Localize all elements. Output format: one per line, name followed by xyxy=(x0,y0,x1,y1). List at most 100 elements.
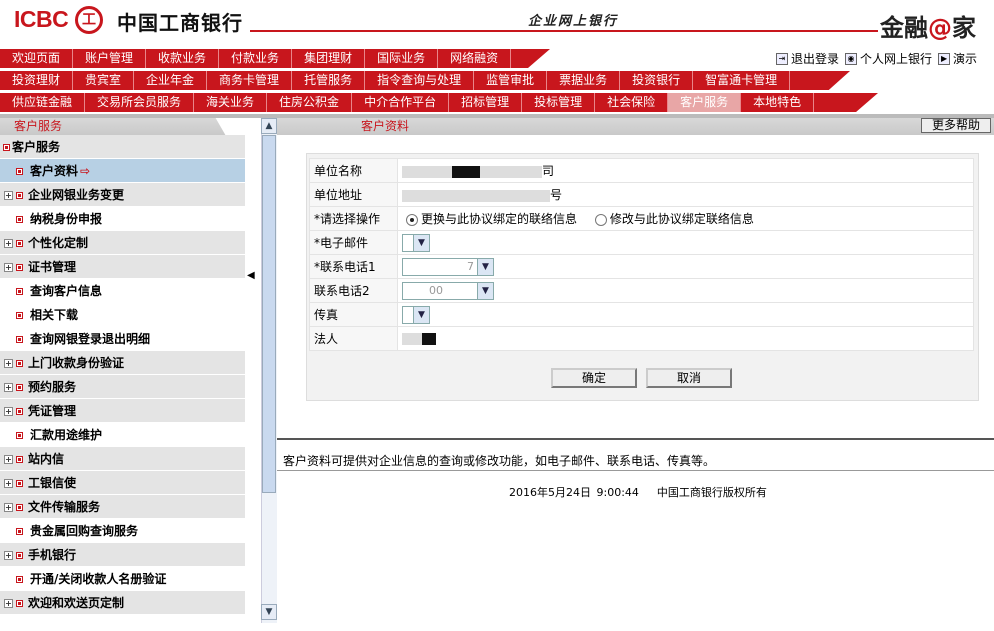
icbc-logo-icon: 工 xyxy=(75,6,103,34)
sidebar-item[interactable]: 纳税身份申报 xyxy=(0,207,245,231)
nav-item[interactable]: 招标管理 xyxy=(449,93,523,112)
logout-link[interactable]: ⇥ 退出登录 xyxy=(776,50,839,67)
nav-item[interactable]: 交易所会员服务 xyxy=(85,93,195,112)
sidebar-item[interactable]: + 上门收款身份验证 xyxy=(0,351,245,375)
fax-row: 传真 ▼ xyxy=(309,302,974,327)
sidebar-item[interactable]: + 预约服务 xyxy=(0,375,245,399)
phone2-select[interactable]: 00 ▼ xyxy=(402,281,494,300)
nav-item[interactable]: 托管服务 xyxy=(292,71,366,90)
email-cell: ▼ xyxy=(397,230,974,255)
expand-icon[interactable]: + xyxy=(4,551,13,560)
expand-icon[interactable]: + xyxy=(4,383,13,392)
confirm-button[interactable]: 确定 xyxy=(551,368,637,388)
sidebar-item[interactable]: + 手机银行 xyxy=(0,543,245,567)
bullet-icon xyxy=(16,216,23,223)
option-replace-label: 更换与此协议绑定的联络信息 xyxy=(421,212,578,226)
bullet-icon xyxy=(3,144,10,151)
sidebar-item[interactable]: 相关下载 xyxy=(0,303,245,327)
phone1-cell: 7 ▼ xyxy=(397,254,974,279)
nav-item[interactable]: 社会保险 xyxy=(595,93,669,112)
page-description: 客户资料可提供对企业信息的查询或修改功能，如电子邮件、联系电话、传真等。 xyxy=(283,454,716,468)
more-help-button[interactable]: 更多帮助 xyxy=(921,118,991,133)
sidebar-item[interactable]: + 工银信使 xyxy=(0,471,245,495)
radio-replace[interactable] xyxy=(406,213,418,226)
sidebar-item[interactable]: + 凭证管理 xyxy=(0,399,245,423)
sidebar-item[interactable]: + 企业网银业务变更 xyxy=(0,183,245,207)
nav-item[interactable]: 付款业务 xyxy=(219,49,293,68)
radio-modify[interactable] xyxy=(594,213,607,226)
bullet-icon xyxy=(16,336,23,343)
phone1-select[interactable]: 7 ▼ xyxy=(402,257,494,276)
sidebar-item[interactable]: 客户资料 ⇨ xyxy=(0,159,245,183)
personal-banking-link[interactable]: ◉ 个人网上银行 xyxy=(845,50,932,67)
sidebar-item[interactable]: + 站内信 xyxy=(0,447,245,471)
nav-item[interactable]: 供应链金融 xyxy=(0,93,86,112)
chevron-down-icon[interactable]: ▼ xyxy=(477,258,493,275)
nav-item[interactable]: 监管审批 xyxy=(474,71,548,90)
bank-name: 中国工商银行 xyxy=(117,11,243,35)
cancel-button[interactable]: 取消 xyxy=(646,368,732,388)
nav-item[interactable]: 集团理财 xyxy=(292,49,366,68)
sidebar-item[interactable]: 汇款用途维护 xyxy=(0,423,245,447)
nav-item[interactable]: 欢迎页面 xyxy=(0,49,74,68)
expand-icon[interactable]: + xyxy=(4,455,13,464)
scroll-down-icon[interactable]: ▼ xyxy=(261,604,277,620)
demo-link[interactable]: ▶ 演示 xyxy=(938,50,977,67)
sidebar-item[interactable]: + 证书管理 xyxy=(0,255,245,279)
scrollbar-thumb[interactable] xyxy=(262,135,276,493)
brand-prefix: 金融 xyxy=(880,14,928,42)
nav-item[interactable]: 收款业务 xyxy=(146,49,220,68)
sidebar-item[interactable]: + 欢迎和欢送页定制 xyxy=(0,591,245,615)
nav-item[interactable]: 票据业务 xyxy=(547,71,621,90)
footer: 2016年5月24日 9:00:44 中国工商银行版权所有 xyxy=(509,484,785,500)
expand-icon[interactable]: + xyxy=(4,407,13,416)
sidebar-item[interactable]: 贵金属回购查询服务 xyxy=(0,519,245,543)
nav-item[interactable]: 商务卡管理 xyxy=(207,71,293,90)
company-address-value: 号 xyxy=(397,182,974,207)
sidebar-item[interactable]: 查询客户信息 xyxy=(0,279,245,303)
sidebar-item[interactable]: 查询网银登录退出明细 xyxy=(0,327,245,351)
redacted-block xyxy=(422,333,436,345)
bullet-icon xyxy=(16,384,23,391)
sidebar-item[interactable]: 开通/关闭收款人名册验证 xyxy=(0,567,245,591)
option-modify[interactable]: 修改与此协议绑定联络信息 xyxy=(594,212,754,226)
nav-item[interactable]: 中介合作平台 xyxy=(352,93,450,112)
expand-icon[interactable]: + xyxy=(4,191,13,200)
expand-icon[interactable]: + xyxy=(4,503,13,512)
chevron-down-icon[interactable]: ▼ xyxy=(477,282,493,299)
chevron-down-icon[interactable]: ▼ xyxy=(413,306,429,323)
nav-item[interactable]: 客户服务 xyxy=(668,93,742,112)
nav-item[interactable]: 住房公积金 xyxy=(267,93,353,112)
nav-item[interactable]: 贵宾室 xyxy=(73,71,135,90)
expand-icon[interactable]: + xyxy=(4,359,13,368)
expand-icon[interactable]: + xyxy=(4,479,13,488)
company-name-label: 单位名称 xyxy=(309,158,398,183)
nav-item[interactable]: 企业年金 xyxy=(134,71,208,90)
bullet-icon xyxy=(16,288,23,295)
scroll-up-icon[interactable]: ▲ xyxy=(261,118,277,134)
nav-item[interactable]: 智富通卡管理 xyxy=(693,71,791,90)
nav-item[interactable]: 国际业务 xyxy=(365,49,439,68)
bullet-icon xyxy=(16,504,23,511)
chevron-down-icon[interactable]: ▼ xyxy=(413,234,429,251)
nav-item[interactable]: 网络融资 xyxy=(438,49,512,68)
fax-select[interactable]: ▼ xyxy=(402,305,430,324)
sidebar-item[interactable]: + 文件传输服务 xyxy=(0,495,245,519)
nav-item[interactable]: 本地特色 xyxy=(741,93,815,112)
nav-item[interactable]: 海关业务 xyxy=(194,93,268,112)
expand-icon[interactable]: + xyxy=(4,599,13,608)
expand-icon[interactable]: + xyxy=(4,239,13,248)
company-address-suffix: 号 xyxy=(550,188,563,202)
collapse-sidebar-icon[interactable]: ◀ xyxy=(247,270,259,284)
sidebar-item[interactable]: + 个性化定制 xyxy=(0,231,245,255)
nav-item[interactable]: 投资理财 xyxy=(0,71,74,90)
bullet-icon xyxy=(16,360,23,367)
sidebar-item[interactable]: 客户服务 xyxy=(0,135,245,159)
nav-item[interactable]: 账户管理 xyxy=(73,49,147,68)
option-replace[interactable]: 更换与此协议绑定的联络信息 xyxy=(406,212,577,226)
nav-item[interactable]: 投资银行 xyxy=(620,71,694,90)
nav-item[interactable]: 投标管理 xyxy=(522,93,596,112)
nav-item[interactable]: 指令查询与处理 xyxy=(365,71,475,90)
email-select[interactable]: ▼ xyxy=(402,233,430,252)
expand-icon[interactable]: + xyxy=(4,263,13,272)
